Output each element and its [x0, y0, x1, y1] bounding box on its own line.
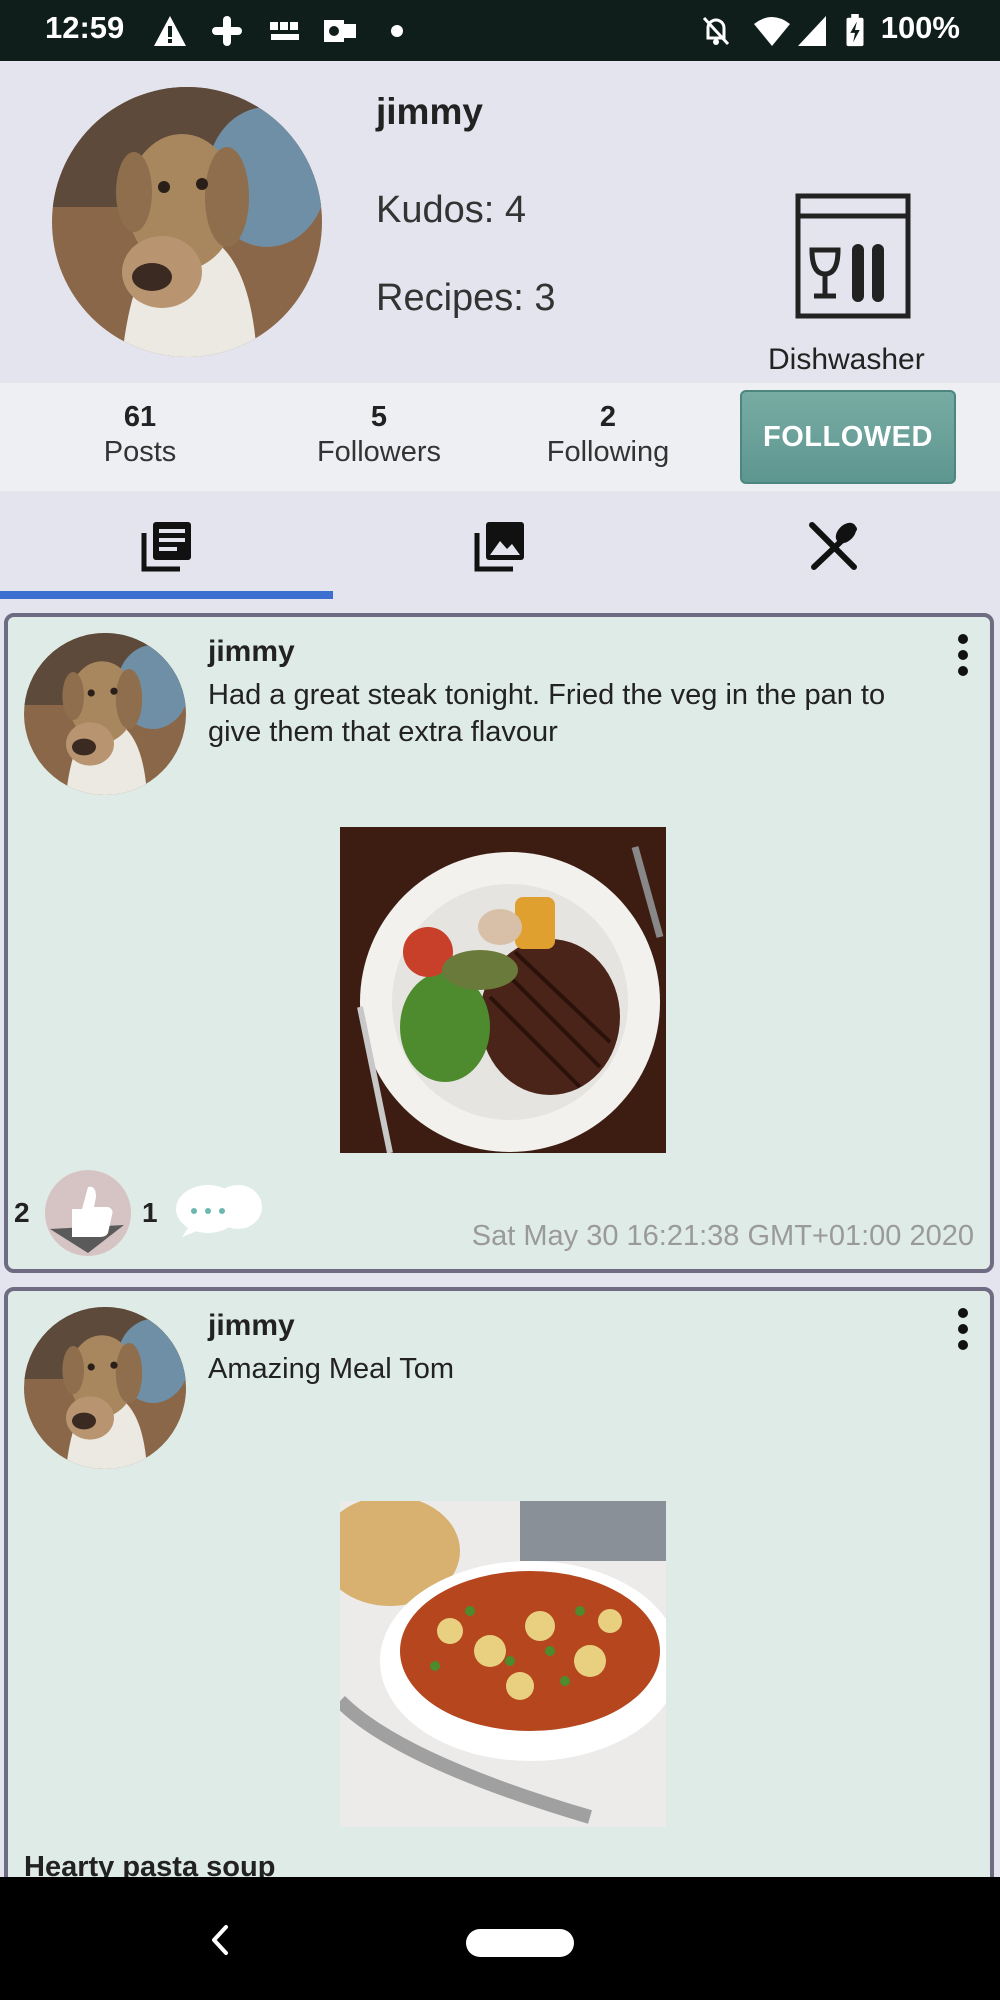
recipes-count: Recipes: 3 [376, 277, 556, 319]
post-author-avatar[interactable] [24, 633, 186, 795]
post-author[interactable]: jimmy [208, 635, 295, 669]
post-card[interactable]: jimmy Amazing Meal Tom Hearty pasta soup [4, 1287, 994, 1907]
profile-header: jimmy Kudos: 4 Recipes: 3 Dishwasher [0, 61, 1000, 383]
outlook-icon [324, 20, 356, 42]
stat-posts-count: 61 [123, 401, 157, 433]
stat-posts-label: Posts [103, 436, 177, 468]
dog-photo [52, 87, 322, 357]
soup-photo [340, 1501, 666, 1827]
bbc-news-icon [270, 22, 299, 40]
followed-button[interactable]: FOLLOWED [740, 390, 956, 484]
profile-tabs [0, 491, 1000, 601]
more-options-icon[interactable] [956, 633, 970, 677]
signal-icon [798, 16, 826, 46]
home-button[interactable] [466, 1929, 574, 1957]
status-time: 12:59 [45, 10, 125, 45]
tab-posts[interactable] [0, 491, 333, 601]
battery-percent: 100% [880, 10, 960, 45]
wifi-icon [754, 17, 790, 46]
tab-photos[interactable] [333, 491, 666, 601]
post-text: Had a great steak tonight. Fried the veg… [208, 679, 886, 748]
stat-following[interactable]: 2 Following [508, 401, 708, 469]
post-author[interactable]: jimmy [208, 1309, 295, 1343]
warning-icon [154, 16, 186, 46]
post-author-avatar[interactable] [24, 1307, 186, 1469]
kudos-count: Kudos: 4 [376, 189, 526, 231]
profile-stats: 61 Posts 5 Followers 2 Following FOLLOWE… [0, 383, 1000, 491]
post-image[interactable] [340, 827, 666, 1153]
stat-followers-count: 5 [370, 401, 388, 433]
dot-icon [391, 25, 403, 37]
likes-count: 2 [14, 1197, 30, 1228]
bell-off-icon [702, 16, 730, 46]
battery-charging-icon [846, 14, 864, 47]
post-timestamp: Sat May 30 16:21:38 GMT+01:00 2020 [471, 1220, 974, 1252]
posts-icon [141, 522, 191, 572]
post-image[interactable] [340, 1501, 666, 1827]
stat-posts[interactable]: 61 Posts [40, 401, 240, 469]
badge-label: Dishwasher [768, 343, 925, 376]
back-icon[interactable] [208, 1923, 232, 1957]
dishwasher-icon [795, 193, 911, 319]
comments-count: 1 [142, 1197, 158, 1228]
stat-following-label: Following [546, 436, 670, 468]
post-text: Amazing Meal Tom [208, 1353, 455, 1385]
dog-photo [24, 633, 186, 795]
photos-icon [474, 522, 524, 572]
steak-photo [340, 827, 666, 1153]
stat-followers[interactable]: 5 Followers [279, 401, 479, 469]
like-icon[interactable] [44, 1169, 132, 1257]
tab-indicator [0, 591, 333, 599]
tab-recipes[interactable] [666, 491, 999, 601]
avatar[interactable] [52, 87, 322, 357]
more-options-icon[interactable] [956, 1307, 970, 1351]
stat-followers-label: Followers [316, 436, 442, 468]
slack-icon [212, 16, 242, 46]
comment-icon[interactable] [172, 1179, 264, 1239]
dog-photo [24, 1307, 186, 1469]
recipes-icon [808, 522, 857, 570]
profile-name: jimmy [376, 91, 483, 132]
post-card[interactable]: jimmy Had a great steak tonight. Fried t… [4, 613, 994, 1273]
status-bar: 12:59 100% [0, 0, 1000, 61]
stat-following-count: 2 [599, 401, 617, 433]
navigation-bar [0, 1877, 1000, 2000]
